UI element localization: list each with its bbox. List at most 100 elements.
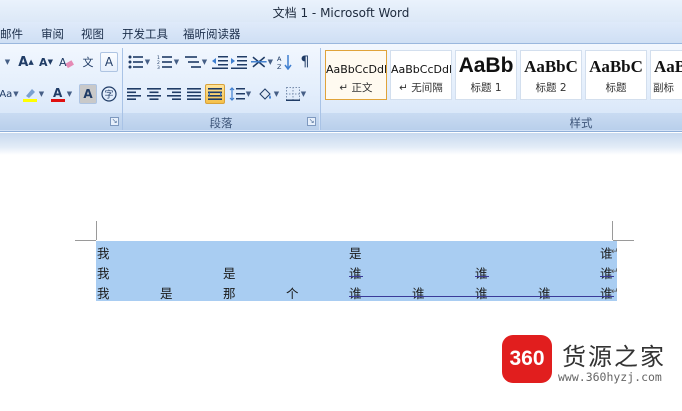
show-formatting-marks-button[interactable]: ¶ <box>296 52 314 72</box>
increase-indent-button[interactable] <box>230 52 248 72</box>
align-right-icon <box>167 88 181 100</box>
tab-foxit-reader[interactable]: 福昕阅读器 <box>183 26 241 42</box>
style-no-spacing[interactable]: AaBbCcDdI ↵ 无间隔 <box>390 50 452 100</box>
doc-char[interactable]: 个 <box>286 283 299 302</box>
justify-button[interactable] <box>185 84 203 104</box>
numbering-button[interactable]: 1 2 3 ▼ <box>154 52 182 72</box>
align-right-button[interactable] <box>165 84 183 104</box>
paragraph-dialog-launcher[interactable]: ↘ <box>307 117 316 126</box>
shrink-font-button[interactable]: A ▼ <box>37 52 55 72</box>
borders-icon <box>285 87 300 101</box>
eraser-icon: A <box>59 56 74 69</box>
line-spacing-button[interactable]: ▼ <box>227 84 253 104</box>
style-sample: AaBbC <box>524 57 578 76</box>
shading-button[interactable]: ▼ <box>255 84 281 104</box>
style-heading-2[interactable]: AaBbC 标题 2 <box>520 50 582 100</box>
paint-bucket-icon <box>259 88 271 100</box>
bullet-list-icon <box>128 55 143 69</box>
style-subtitle[interactable]: AaB 副标 <box>650 50 682 100</box>
tab-developer[interactable]: 开发工具 <box>122 26 168 42</box>
grow-font-button[interactable]: A ▲ <box>16 52 36 72</box>
style-name: 标题 1 <box>470 82 502 94</box>
sort-button[interactable]: A Z <box>276 52 294 72</box>
multilevel-list-button[interactable]: ▼ <box>183 52 209 72</box>
style-name: 副标 <box>653 82 674 94</box>
pilcrow-icon: ¶ <box>300 54 310 70</box>
distributed-align-icon <box>208 88 222 100</box>
shrink-font-icon: A <box>39 55 48 69</box>
highlighter-icon <box>22 89 37 102</box>
bullets-button[interactable]: ▼ <box>125 52 153 72</box>
chinese-layout-button[interactable]: ▼ <box>250 52 274 72</box>
style-name: 标题 <box>605 82 627 94</box>
highlight-color-button[interactable]: ▼ <box>20 84 46 104</box>
svg-text:Z: Z <box>277 63 282 70</box>
styles-group-label: 样式 <box>569 116 593 130</box>
doc-char[interactable]: 是 <box>349 243 362 262</box>
svg-text:3: 3 <box>157 65 160 69</box>
window-title: 文档 1 - Microsoft Word <box>272 6 410 20</box>
character-border-icon: A <box>104 55 114 69</box>
margin-mark-right-vertical <box>612 221 613 240</box>
title-bar: 文档 1 - Microsoft Word <box>0 0 682 22</box>
align-left-icon <box>127 88 141 100</box>
enclose-characters-icon: 字 <box>101 86 117 102</box>
doc-char[interactable]: 谁 <box>475 263 488 282</box>
svg-text:A: A <box>59 56 67 69</box>
doc-char[interactable]: 谁 <box>349 283 362 302</box>
char-underline <box>349 296 614 297</box>
margin-mark-left-horizontal <box>75 240 96 241</box>
style-title[interactable]: AaBbC 标题 <box>585 50 647 100</box>
enclose-characters-button[interactable]: 字 <box>99 84 119 104</box>
style-sample: AaBb <box>458 54 514 77</box>
tab-view[interactable]: 视图 <box>81 26 104 42</box>
clear-formatting-button[interactable]: A <box>56 52 76 72</box>
style-name: ↵ 无间隔 <box>399 82 443 94</box>
doc-char[interactable]: 谁 <box>538 283 551 302</box>
font-dialog-launcher[interactable]: ↘ <box>110 117 119 126</box>
tab-review[interactable]: 审阅 <box>41 26 64 42</box>
change-case-icon: Aa <box>0 88 13 100</box>
align-left-button[interactable] <box>125 84 143 104</box>
character-shading-button[interactable]: A <box>79 84 97 104</box>
char-underline <box>349 276 363 277</box>
font-group-label-bar <box>0 113 122 130</box>
doc-char[interactable]: 是 <box>223 263 236 282</box>
distributed-button[interactable] <box>205 84 225 104</box>
decrease-indent-icon <box>212 56 228 69</box>
phonetic-guide-icon: 文 <box>82 56 94 69</box>
character-border-button[interactable]: A <box>100 52 118 72</box>
doc-char[interactable]: 我 <box>97 283 110 302</box>
style-heading-1[interactable]: AaBb 标题 1 <box>455 50 517 100</box>
font-size-dropdown[interactable]: ▼ <box>0 52 14 72</box>
sort-icon: A Z <box>277 55 292 70</box>
style-name: ↵ 正文 <box>339 82 373 94</box>
font-color-icon: A <box>50 86 65 102</box>
paragraph-group-label: 段落 <box>209 116 233 130</box>
doc-char[interactable]: 那 <box>223 283 236 302</box>
doc-char[interactable]: 我 <box>97 263 110 282</box>
change-case-button[interactable]: Aa ▼ <box>0 84 19 104</box>
watermark-logo: 360 <box>502 335 552 383</box>
phonetic-guide-button[interactable]: 文 <box>78 52 98 72</box>
font-color-button[interactable]: A ▼ <box>47 84 75 104</box>
doc-char[interactable]: 是 <box>160 283 173 302</box>
align-center-icon <box>147 88 161 100</box>
style-sample: AaB <box>654 57 682 76</box>
doc-char[interactable]: 谁 <box>349 263 362 282</box>
svg-text:A: A <box>53 86 63 100</box>
doc-char[interactable]: 谁 <box>412 283 425 302</box>
style-normal[interactable]: AaBbCcDdI ↵ 正文 <box>325 50 387 100</box>
ribbon-tab-bar: 邮件 审阅 视图 开发工具 福昕阅读器 <box>0 22 682 44</box>
style-sample: AaBbCcDdI <box>391 63 451 76</box>
decrease-indent-button[interactable] <box>211 52 229 72</box>
doc-char[interactable]: 谁 <box>475 283 488 302</box>
align-center-button[interactable] <box>145 84 163 104</box>
character-shading-icon: A <box>83 87 93 101</box>
borders-button[interactable]: ▼ <box>283 84 309 104</box>
style-sample: AaBbC <box>589 57 643 76</box>
tab-mailings[interactable]: 邮件 <box>0 26 23 42</box>
doc-char[interactable]: 我 <box>97 243 110 262</box>
justify-icon <box>187 88 201 100</box>
grow-font-icon: A <box>18 54 29 70</box>
